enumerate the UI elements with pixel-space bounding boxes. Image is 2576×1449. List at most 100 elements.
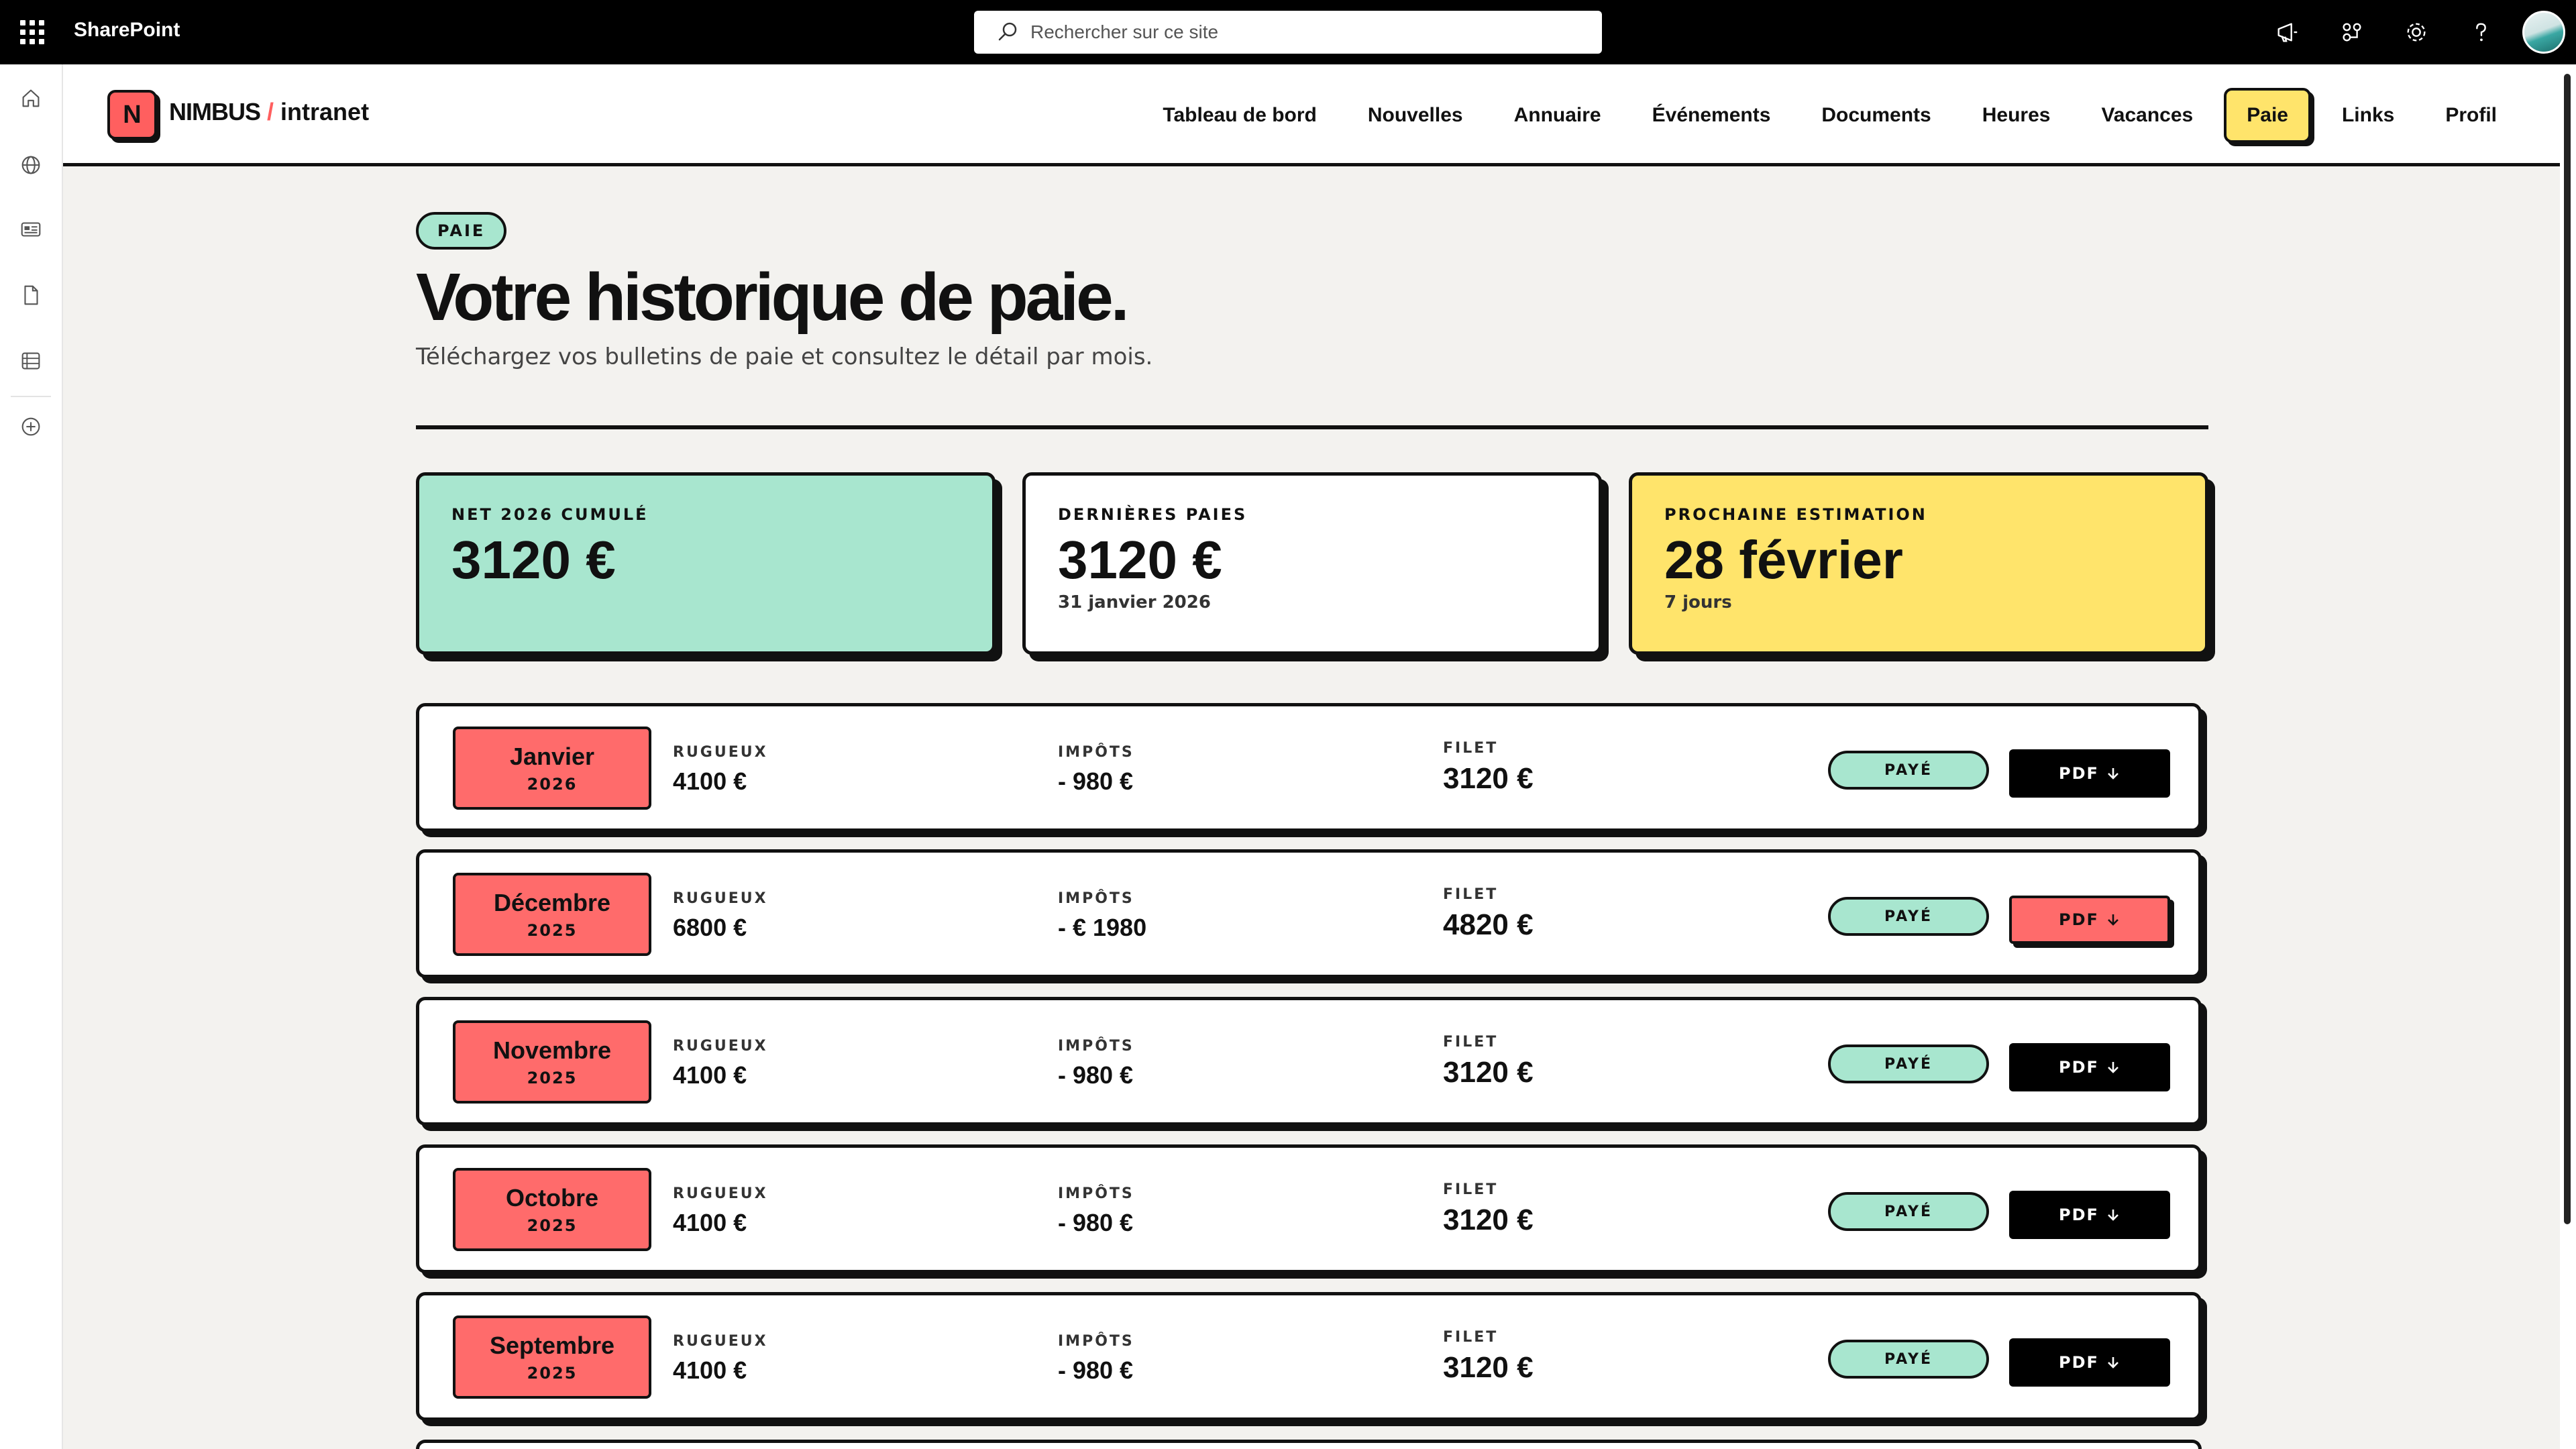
gross-column: RUGUEUX 6800 € — [673, 890, 768, 942]
summary-cards: NET 2026 CUMULÉ 3120 € DERNIÈRES PAIES 3… — [416, 472, 2208, 660]
gross-column: RUGUEUX 4100 € — [673, 1038, 768, 1089]
pdf-download-button[interactable]: PDF — [2009, 896, 2170, 944]
site-title[interactable]: NIMBUS / intranet — [169, 98, 369, 126]
site-title-suffix: intranet — [280, 98, 370, 125]
tax-column: IMPÔTS - 980 € — [1058, 744, 1134, 796]
nav-annuaire[interactable]: Annuaire — [1489, 88, 1627, 143]
rail-divider — [11, 396, 51, 397]
month-year: 2025 — [527, 1364, 578, 1383]
summary-value: 3120 € — [451, 530, 616, 590]
gross-label: RUGUEUX — [673, 890, 768, 907]
summary-label: NET 2026 CUMULÉ — [451, 505, 649, 524]
gross-label: RUGUEUX — [673, 1185, 768, 1202]
nav-heures[interactable]: Heures — [1957, 88, 2076, 143]
net-column: FILET 3120 € — [1443, 1329, 1534, 1385]
arrow-down-icon — [2108, 1210, 2118, 1221]
list-icon[interactable] — [15, 345, 47, 377]
nav-paie[interactable]: Paie — [2224, 88, 2311, 143]
month-name: Novembre — [492, 1036, 612, 1064]
net-column: FILET 3120 € — [1443, 1181, 1534, 1237]
pdf-label: PDF — [2059, 764, 2099, 783]
pdf-label: PDF — [2059, 1353, 2099, 1372]
month-badge: Septembre 2025 — [453, 1316, 651, 1399]
summary-card-prochaine-estimation: PROCHAINE ESTIMATION 28 février 7 jours — [1629, 472, 2208, 655]
month-badge: Novembre 2025 — [453, 1020, 651, 1104]
net-column: FILET 4820 € — [1443, 886, 1534, 942]
gross-label: RUGUEUX — [673, 1333, 768, 1350]
nav-evenements[interactable]: Événements — [1627, 88, 1796, 143]
net-value: 4820 € — [1443, 908, 1534, 941]
globe-icon[interactable] — [15, 149, 47, 181]
avatar[interactable] — [2522, 11, 2565, 54]
tax-label: IMPÔTS — [1058, 1333, 1134, 1350]
tax-value: - 980 € — [1058, 1209, 1134, 1236]
arrow-down-icon — [2108, 914, 2118, 926]
share-icon[interactable] — [2320, 0, 2384, 64]
month-name: Octobre — [505, 1184, 599, 1212]
sharepoint-brand[interactable]: SharePoint — [74, 19, 180, 42]
pdf-download-button[interactable]: PDF — [2009, 1043, 2170, 1091]
home-icon[interactable] — [15, 82, 47, 114]
file-icon[interactable] — [15, 279, 47, 311]
page-subtitle: Téléchargez vos bulletins de paie et con… — [416, 343, 1153, 370]
news-icon[interactable] — [15, 213, 47, 246]
summary-value: 3120 € — [1058, 530, 1222, 590]
nav-tableau-de-bord[interactable]: Tableau de bord — [1137, 88, 1342, 143]
month-name: Janvier — [509, 743, 595, 770]
gross-value: 4100 € — [673, 1356, 747, 1384]
suite-actions — [2255, 0, 2576, 64]
nav-vacances[interactable]: Vacances — [2076, 88, 2218, 143]
suite-bar: SharePoint Rechercher sur ce site — [0, 0, 2576, 64]
site-search[interactable]: Rechercher sur ce site — [974, 11, 1602, 54]
site-header: N NIMBUS / intranet Tableau de bord Nouv… — [63, 64, 2560, 166]
nav-profil[interactable]: Profil — [2420, 88, 2560, 143]
help-icon[interactable] — [2449, 0, 2513, 64]
nav-links[interactable]: Links — [2316, 88, 2420, 143]
pdf-label: PDF — [2059, 1058, 2099, 1077]
nav-documents[interactable]: Documents — [1796, 88, 1956, 143]
settings-icon[interactable] — [2384, 0, 2449, 64]
gross-label: RUGUEUX — [673, 1038, 768, 1055]
summary-card-dernieres-paies: DERNIÈRES PAIES 3120 € 31 janvier 2026 — [1022, 472, 1602, 655]
gross-column: RUGUEUX 4100 € — [673, 1185, 768, 1237]
site-title-slash: / — [267, 98, 274, 125]
section-tag: PAIE — [416, 212, 507, 250]
net-label: FILET — [1443, 1181, 1499, 1198]
top-navigation: Tableau de bord Nouvelles Annuaire Événe… — [1137, 86, 2560, 145]
net-value: 3120 € — [1443, 1351, 1534, 1384]
arrow-down-icon — [2108, 1062, 2118, 1073]
site-logo-icon[interactable]: N — [107, 90, 157, 140]
payslip-row: Novembre 2025 RUGUEUX 4100 € IMPÔTS - 98… — [416, 997, 2202, 1126]
summary-value: 28 février — [1664, 530, 1903, 590]
tax-label: IMPÔTS — [1058, 744, 1134, 761]
tax-column: IMPÔTS - 980 € — [1058, 1038, 1134, 1089]
scrollbar-thumb[interactable] — [2564, 74, 2571, 1224]
pdf-download-button[interactable]: PDF — [2009, 1338, 2170, 1387]
megaphone-icon[interactable] — [2255, 0, 2320, 64]
gross-label: RUGUEUX — [673, 744, 768, 761]
app-launcher-icon[interactable] — [20, 20, 44, 44]
month-year: 2025 — [527, 921, 578, 940]
summary-label: PROCHAINE ESTIMATION — [1664, 505, 1927, 524]
pdf-download-button[interactable]: PDF — [2009, 749, 2170, 798]
gross-value: 4100 € — [673, 1061, 747, 1089]
nav-nouvelles[interactable]: Nouvelles — [1342, 88, 1489, 143]
net-label: FILET — [1443, 1034, 1499, 1051]
tax-value: - € 1980 — [1058, 914, 1147, 941]
app-bar — [0, 64, 63, 1449]
pdf-label: PDF — [2059, 910, 2099, 929]
add-icon[interactable] — [15, 411, 47, 443]
net-value: 3120 € — [1443, 1203, 1534, 1236]
month-name: Décembre — [493, 889, 611, 916]
payslip-row: Décembre 2025 RUGUEUX 6800 € IMPÔTS - € … — [416, 849, 2202, 978]
status-badge: PAYÉ — [1828, 751, 1989, 790]
gross-value: 6800 € — [673, 914, 747, 941]
gross-value: 4100 € — [673, 767, 747, 795]
summary-card-net-cumule: NET 2026 CUMULÉ 3120 € — [416, 472, 996, 655]
net-column: FILET 3120 € — [1443, 1034, 1534, 1089]
net-label: FILET — [1443, 1329, 1499, 1346]
net-value: 3120 € — [1443, 762, 1534, 795]
net-label: FILET — [1443, 740, 1499, 757]
pdf-download-button[interactable]: PDF — [2009, 1191, 2170, 1239]
net-label: FILET — [1443, 886, 1499, 903]
